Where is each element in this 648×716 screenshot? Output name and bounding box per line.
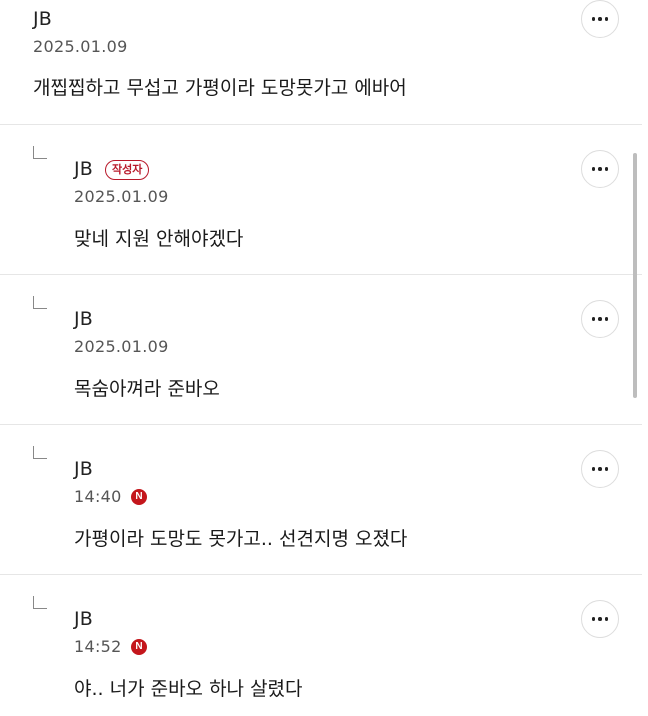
comment-item: JB 2025.01.09 개찝찝하고 무섭고 가평이라 도망못가고 에바어	[0, 0, 642, 124]
reply-arrow-icon	[33, 446, 47, 459]
more-horizontal-icon	[604, 467, 609, 471]
more-options-button[interactable]	[581, 600, 619, 638]
comment-text: 개찝찝하고 무섭고 가평이라 도망못가고 에바어	[33, 77, 407, 99]
reply-arrow-icon	[33, 296, 47, 309]
more-horizontal-icon	[591, 167, 596, 171]
comment-date: 2025.01.09	[74, 187, 169, 206]
more-horizontal-icon	[591, 617, 596, 621]
comment-date: 14:52	[74, 637, 122, 656]
reply-arrow-icon	[33, 596, 47, 609]
scrollbar[interactable]	[633, 153, 637, 398]
comment-author[interactable]: JB	[74, 458, 93, 480]
new-badge: N	[131, 489, 147, 505]
comment-author[interactable]: JB	[33, 8, 52, 30]
more-horizontal-icon	[604, 617, 609, 621]
comment-text: 야.. 너가 준바오 하나 살렸다	[74, 678, 303, 700]
reply-item: JB 14:52 N 야.. 너가 준바오 하나 살렸다	[0, 575, 642, 716]
more-horizontal-icon	[591, 467, 596, 471]
comment-author[interactable]: JB	[74, 158, 93, 180]
comment-date: 2025.01.09	[74, 337, 169, 356]
comment-list: JB 2025.01.09 개찝찝하고 무섭고 가평이라 도망못가고 에바어 J…	[0, 0, 648, 716]
more-horizontal-icon	[598, 167, 602, 171]
comment-author[interactable]: JB	[74, 608, 93, 630]
more-horizontal-icon	[598, 467, 602, 471]
more-options-button[interactable]	[581, 450, 619, 488]
more-horizontal-icon	[598, 317, 602, 321]
more-horizontal-icon	[598, 17, 602, 21]
more-options-button[interactable]	[581, 0, 619, 38]
reply-item: JB 작성자 2025.01.09 맞네 지원 안해야겠다	[0, 125, 642, 274]
writer-badge: 작성자	[105, 160, 150, 180]
comment-text: 목숨아껴라 준바오	[74, 378, 220, 400]
reply-item: JB 14:40 N 가평이라 도망도 못가고.. 선견지명 오졌다	[0, 425, 642, 574]
comment-text: 맞네 지원 안해야겠다	[74, 228, 244, 250]
comment-date: 14:40	[74, 487, 122, 506]
more-horizontal-icon	[591, 317, 596, 321]
more-horizontal-icon	[604, 167, 609, 171]
reply-arrow-icon	[33, 146, 47, 159]
more-horizontal-icon	[604, 17, 609, 21]
more-options-button[interactable]	[581, 300, 619, 338]
reply-item: JB 2025.01.09 목숨아껴라 준바오	[0, 275, 642, 424]
comment-text: 가평이라 도망도 못가고.. 선견지명 오졌다	[74, 528, 408, 550]
new-badge: N	[131, 639, 147, 655]
comment-author[interactable]: JB	[74, 308, 93, 330]
more-options-button[interactable]	[581, 150, 619, 188]
more-horizontal-icon	[604, 317, 609, 321]
more-horizontal-icon	[598, 617, 602, 621]
more-horizontal-icon	[591, 17, 596, 21]
comment-date: 2025.01.09	[33, 37, 128, 56]
